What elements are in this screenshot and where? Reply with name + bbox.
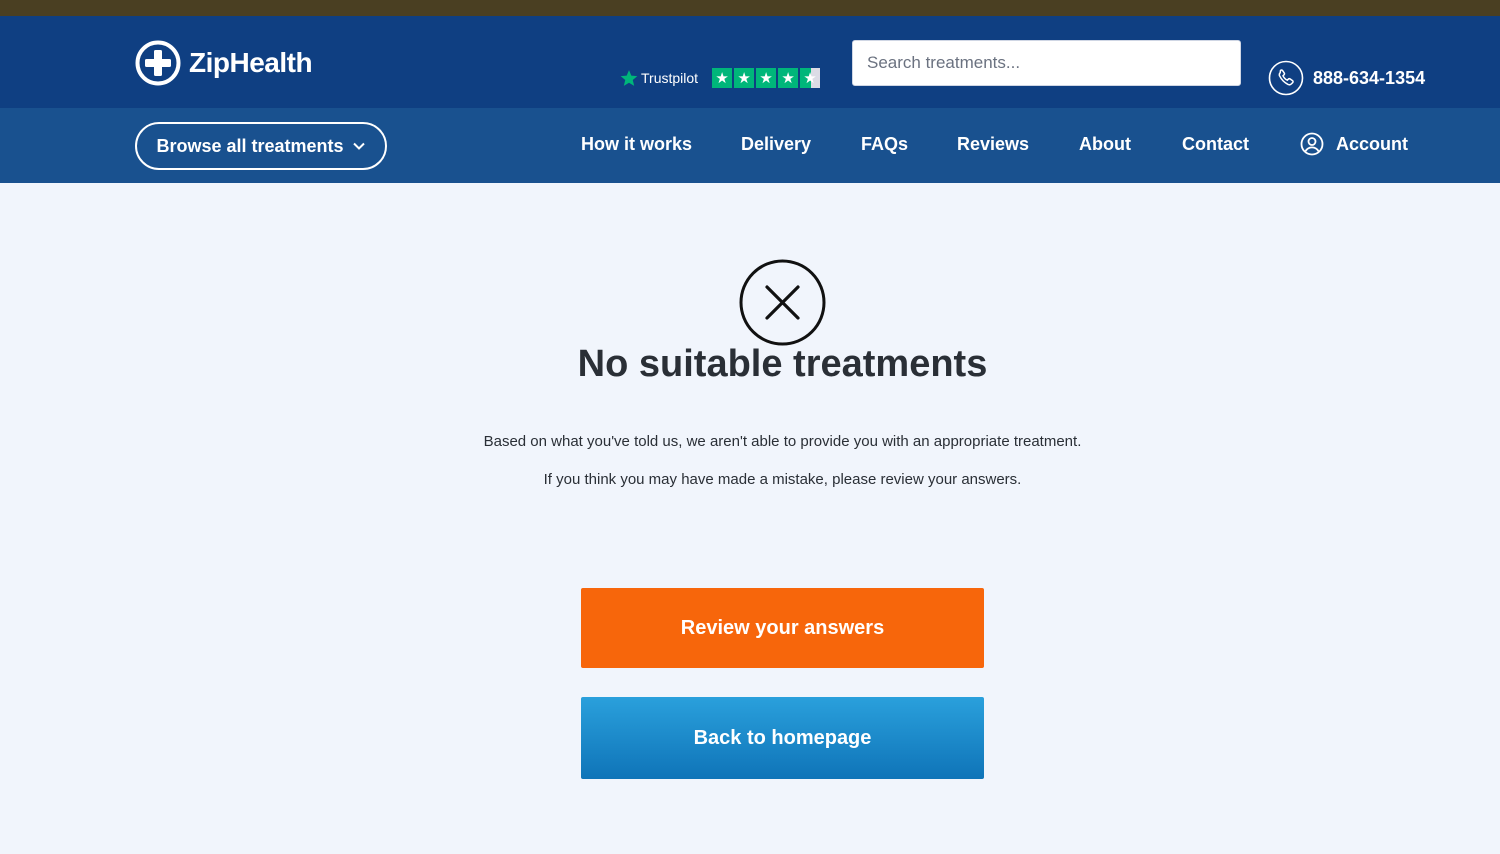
medical-cross-icon bbox=[135, 40, 181, 86]
nav-how-it-works[interactable]: How it works bbox=[581, 134, 692, 155]
result-hint: If you think you may have made a mistake… bbox=[543, 471, 1022, 488]
main-nav: Browse all treatments How it works Deliv… bbox=[0, 108, 1500, 183]
review-answers-button[interactable]: Review your answers bbox=[581, 588, 984, 668]
trustpilot-stars: ★ ★ ★ ★ ★ bbox=[712, 68, 821, 88]
site-header: ZipHealth Trustpilot ★ ★ ★ ★ ★ 888-634-1… bbox=[0, 16, 1500, 108]
star-icon: ★ bbox=[756, 68, 777, 88]
brand-name: ZipHealth bbox=[189, 47, 313, 78]
trustpilot-star-icon bbox=[620, 70, 638, 86]
chevron-down-icon bbox=[352, 142, 365, 150]
result-message: Based on what you've told us, we aren't … bbox=[483, 433, 1082, 450]
ziphealth-logo[interactable]: ZipHealth bbox=[135, 40, 313, 86]
x-circle-icon bbox=[739, 259, 826, 346]
nav-contact[interactable]: Contact bbox=[1182, 134, 1249, 155]
star-icon: ★ bbox=[778, 68, 799, 88]
user-circle-icon bbox=[1300, 132, 1324, 156]
nav-about[interactable]: About bbox=[1079, 134, 1131, 155]
star-icon: ★ bbox=[734, 68, 755, 88]
nav-faqs[interactable]: FAQs bbox=[861, 134, 908, 155]
back-to-homepage-button[interactable]: Back to homepage bbox=[581, 697, 984, 779]
account-label: Account bbox=[1336, 133, 1408, 154]
browser-top-strip bbox=[0, 0, 1500, 16]
half-star-icon: ★ bbox=[800, 68, 821, 88]
trustpilot-rating[interactable]: Trustpilot ★ ★ ★ ★ ★ bbox=[620, 68, 821, 88]
phone-contact[interactable]: 888-634-1354 bbox=[1268, 60, 1425, 96]
nav-delivery[interactable]: Delivery bbox=[741, 134, 811, 155]
phone-number: 888-634-1354 bbox=[1313, 67, 1426, 88]
result-panel: No suitable treatments Based on what you… bbox=[0, 183, 1500, 854]
browse-label: Browse all treatments bbox=[156, 135, 344, 156]
browse-treatments-button[interactable]: Browse all treatments bbox=[135, 122, 387, 170]
page-title: No suitable treatments bbox=[577, 343, 988, 385]
account-link[interactable]: Account bbox=[1300, 132, 1408, 156]
search-input[interactable] bbox=[852, 40, 1241, 86]
nav-reviews[interactable]: Reviews bbox=[957, 134, 1029, 155]
star-icon: ★ bbox=[712, 68, 733, 88]
phone-icon bbox=[1268, 60, 1304, 96]
trustpilot-label: Trustpilot bbox=[641, 70, 699, 86]
